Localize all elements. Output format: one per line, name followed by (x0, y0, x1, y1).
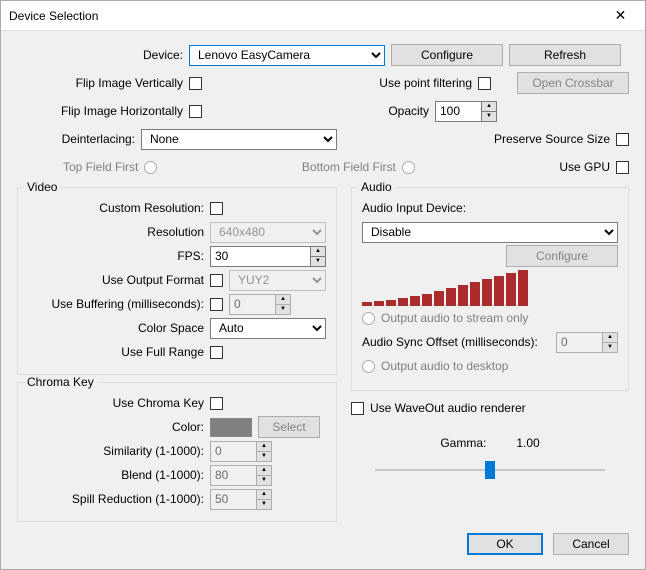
full-range-label: Use Full Range (28, 345, 204, 359)
opacity-input[interactable] (435, 101, 481, 122)
bottom-field-label: Bottom Field First (302, 160, 396, 174)
blend-label: Blend (1-1000): (28, 468, 204, 482)
fps-spinner[interactable]: ▲▼ (210, 246, 326, 267)
top-field-label: Top Field First (63, 160, 138, 174)
video-legend: Video (24, 180, 60, 194)
resolution-label: Resolution (28, 225, 204, 239)
spin-down-icon[interactable]: ▼ (602, 342, 618, 353)
titlebar: Device Selection ✕ (1, 1, 645, 31)
similarity-input[interactable] (210, 441, 256, 462)
buffering-checkbox[interactable] (210, 298, 223, 311)
flip-vertical-checkbox[interactable] (189, 77, 202, 90)
opacity-label: Opacity (388, 104, 429, 118)
sync-offset-spinner[interactable]: ▲▼ (556, 332, 618, 353)
use-chroma-checkbox[interactable] (210, 397, 223, 410)
blend-input[interactable] (210, 465, 256, 486)
similarity-spinner[interactable]: ▲▼ (210, 441, 272, 462)
chroma-select-button[interactable]: Select (258, 416, 320, 438)
spin-up-icon[interactable]: ▲ (602, 332, 618, 342)
fps-input[interactable] (210, 246, 310, 267)
spin-down-icon[interactable]: ▼ (275, 304, 291, 315)
refresh-button[interactable]: Refresh (509, 44, 621, 66)
deinterlacing-select[interactable]: None (141, 129, 337, 150)
chroma-color-swatch[interactable] (210, 418, 252, 437)
use-gpu-label: Use GPU (559, 160, 610, 174)
spill-spinner[interactable]: ▲▼ (210, 489, 272, 510)
close-button[interactable]: ✕ (598, 1, 643, 30)
gamma-slider[interactable] (375, 460, 605, 480)
point-filter-label: Use point filtering (379, 76, 472, 90)
use-chroma-label: Use Chroma Key (28, 396, 204, 410)
colorspace-label: Color Space (28, 321, 204, 335)
bottom-field-radio (402, 161, 415, 174)
fps-label: FPS: (28, 249, 204, 263)
custom-res-label: Custom Resolution: (28, 201, 204, 215)
waveout-checkbox[interactable] (351, 402, 364, 415)
flip-horizontal-checkbox[interactable] (189, 105, 202, 118)
device-select[interactable]: Lenovo EasyCamera (189, 45, 385, 66)
opacity-spinner[interactable]: ▲▼ (435, 101, 497, 122)
gamma-value: 1.00 (516, 436, 539, 450)
spin-up-icon[interactable]: ▲ (481, 101, 497, 111)
ok-button[interactable]: OK (467, 533, 543, 555)
spin-up-icon[interactable]: ▲ (256, 465, 272, 475)
blend-spinner[interactable]: ▲▼ (210, 465, 272, 486)
buffering-label: Use Buffering (milliseconds): (28, 297, 204, 311)
point-filter-checkbox[interactable] (478, 77, 491, 90)
spin-up-icon[interactable]: ▲ (256, 489, 272, 499)
buffering-spinner[interactable]: ▲▼ (229, 294, 291, 315)
similarity-label: Similarity (1-1000): (28, 444, 204, 458)
preserve-size-label: Preserve Source Size (494, 132, 610, 146)
configure-device-button[interactable]: Configure (391, 44, 503, 66)
spin-down-icon[interactable]: ▼ (256, 475, 272, 486)
spill-input[interactable] (210, 489, 256, 510)
spin-down-icon[interactable]: ▼ (256, 451, 272, 462)
volume-meter-icon (362, 268, 618, 306)
spin-up-icon[interactable]: ▲ (275, 294, 291, 304)
resolution-select[interactable]: 640x480 (210, 222, 326, 243)
device-label: Device: (17, 48, 183, 62)
flip-horizontal-label: Flip Image Horizontally (17, 104, 183, 118)
stream-only-label: Output audio to stream only (381, 311, 528, 325)
open-crossbar-button[interactable]: Open Crossbar (517, 72, 629, 94)
stream-only-radio (362, 312, 375, 325)
audio-group: Audio Audio Input Device: Disable Config… (351, 187, 629, 391)
output-format-checkbox[interactable] (210, 274, 223, 287)
sync-offset-label: Audio Sync Offset (milliseconds): (362, 335, 550, 349)
audio-legend: Audio (358, 180, 395, 194)
preserve-size-checkbox[interactable] (616, 133, 629, 146)
window-title: Device Selection (9, 9, 598, 23)
sync-offset-input[interactable] (556, 332, 602, 353)
buffering-input[interactable] (229, 294, 275, 315)
video-group: Video Custom Resolution: Resolution 640x… (17, 187, 337, 375)
use-gpu-checkbox[interactable] (616, 161, 629, 174)
chroma-group: Chroma Key Use Chroma Key Color: Select … (17, 382, 337, 522)
output-format-label: Use Output Format (28, 273, 204, 287)
chroma-legend: Chroma Key (24, 375, 97, 389)
spin-down-icon[interactable]: ▼ (310, 256, 326, 267)
audio-configure-button[interactable]: Configure (506, 245, 618, 267)
desktop-label: Output audio to desktop (381, 359, 508, 373)
custom-res-checkbox[interactable] (210, 202, 223, 215)
cancel-button[interactable]: Cancel (553, 533, 629, 555)
spill-label: Spill Reduction (1-1000): (28, 492, 204, 506)
spin-down-icon[interactable]: ▼ (256, 499, 272, 510)
spin-down-icon[interactable]: ▼ (481, 111, 497, 122)
top-field-radio (144, 161, 157, 174)
audio-device-label: Audio Input Device: (362, 201, 466, 215)
full-range-checkbox[interactable] (210, 346, 223, 359)
output-format-select[interactable]: YUY2 (229, 270, 326, 291)
gamma-label: Gamma: (440, 436, 486, 450)
flip-vertical-label: Flip Image Vertically (17, 76, 183, 90)
waveout-label: Use WaveOut audio renderer (370, 401, 526, 415)
desktop-radio (362, 360, 375, 373)
spin-up-icon[interactable]: ▲ (256, 441, 272, 451)
deinterlacing-label: Deinterlacing: (17, 132, 135, 146)
colorspace-select[interactable]: Auto (210, 318, 326, 339)
spin-up-icon[interactable]: ▲ (310, 246, 326, 256)
chroma-color-label: Color: (28, 420, 204, 434)
audio-device-select[interactable]: Disable (362, 222, 618, 243)
